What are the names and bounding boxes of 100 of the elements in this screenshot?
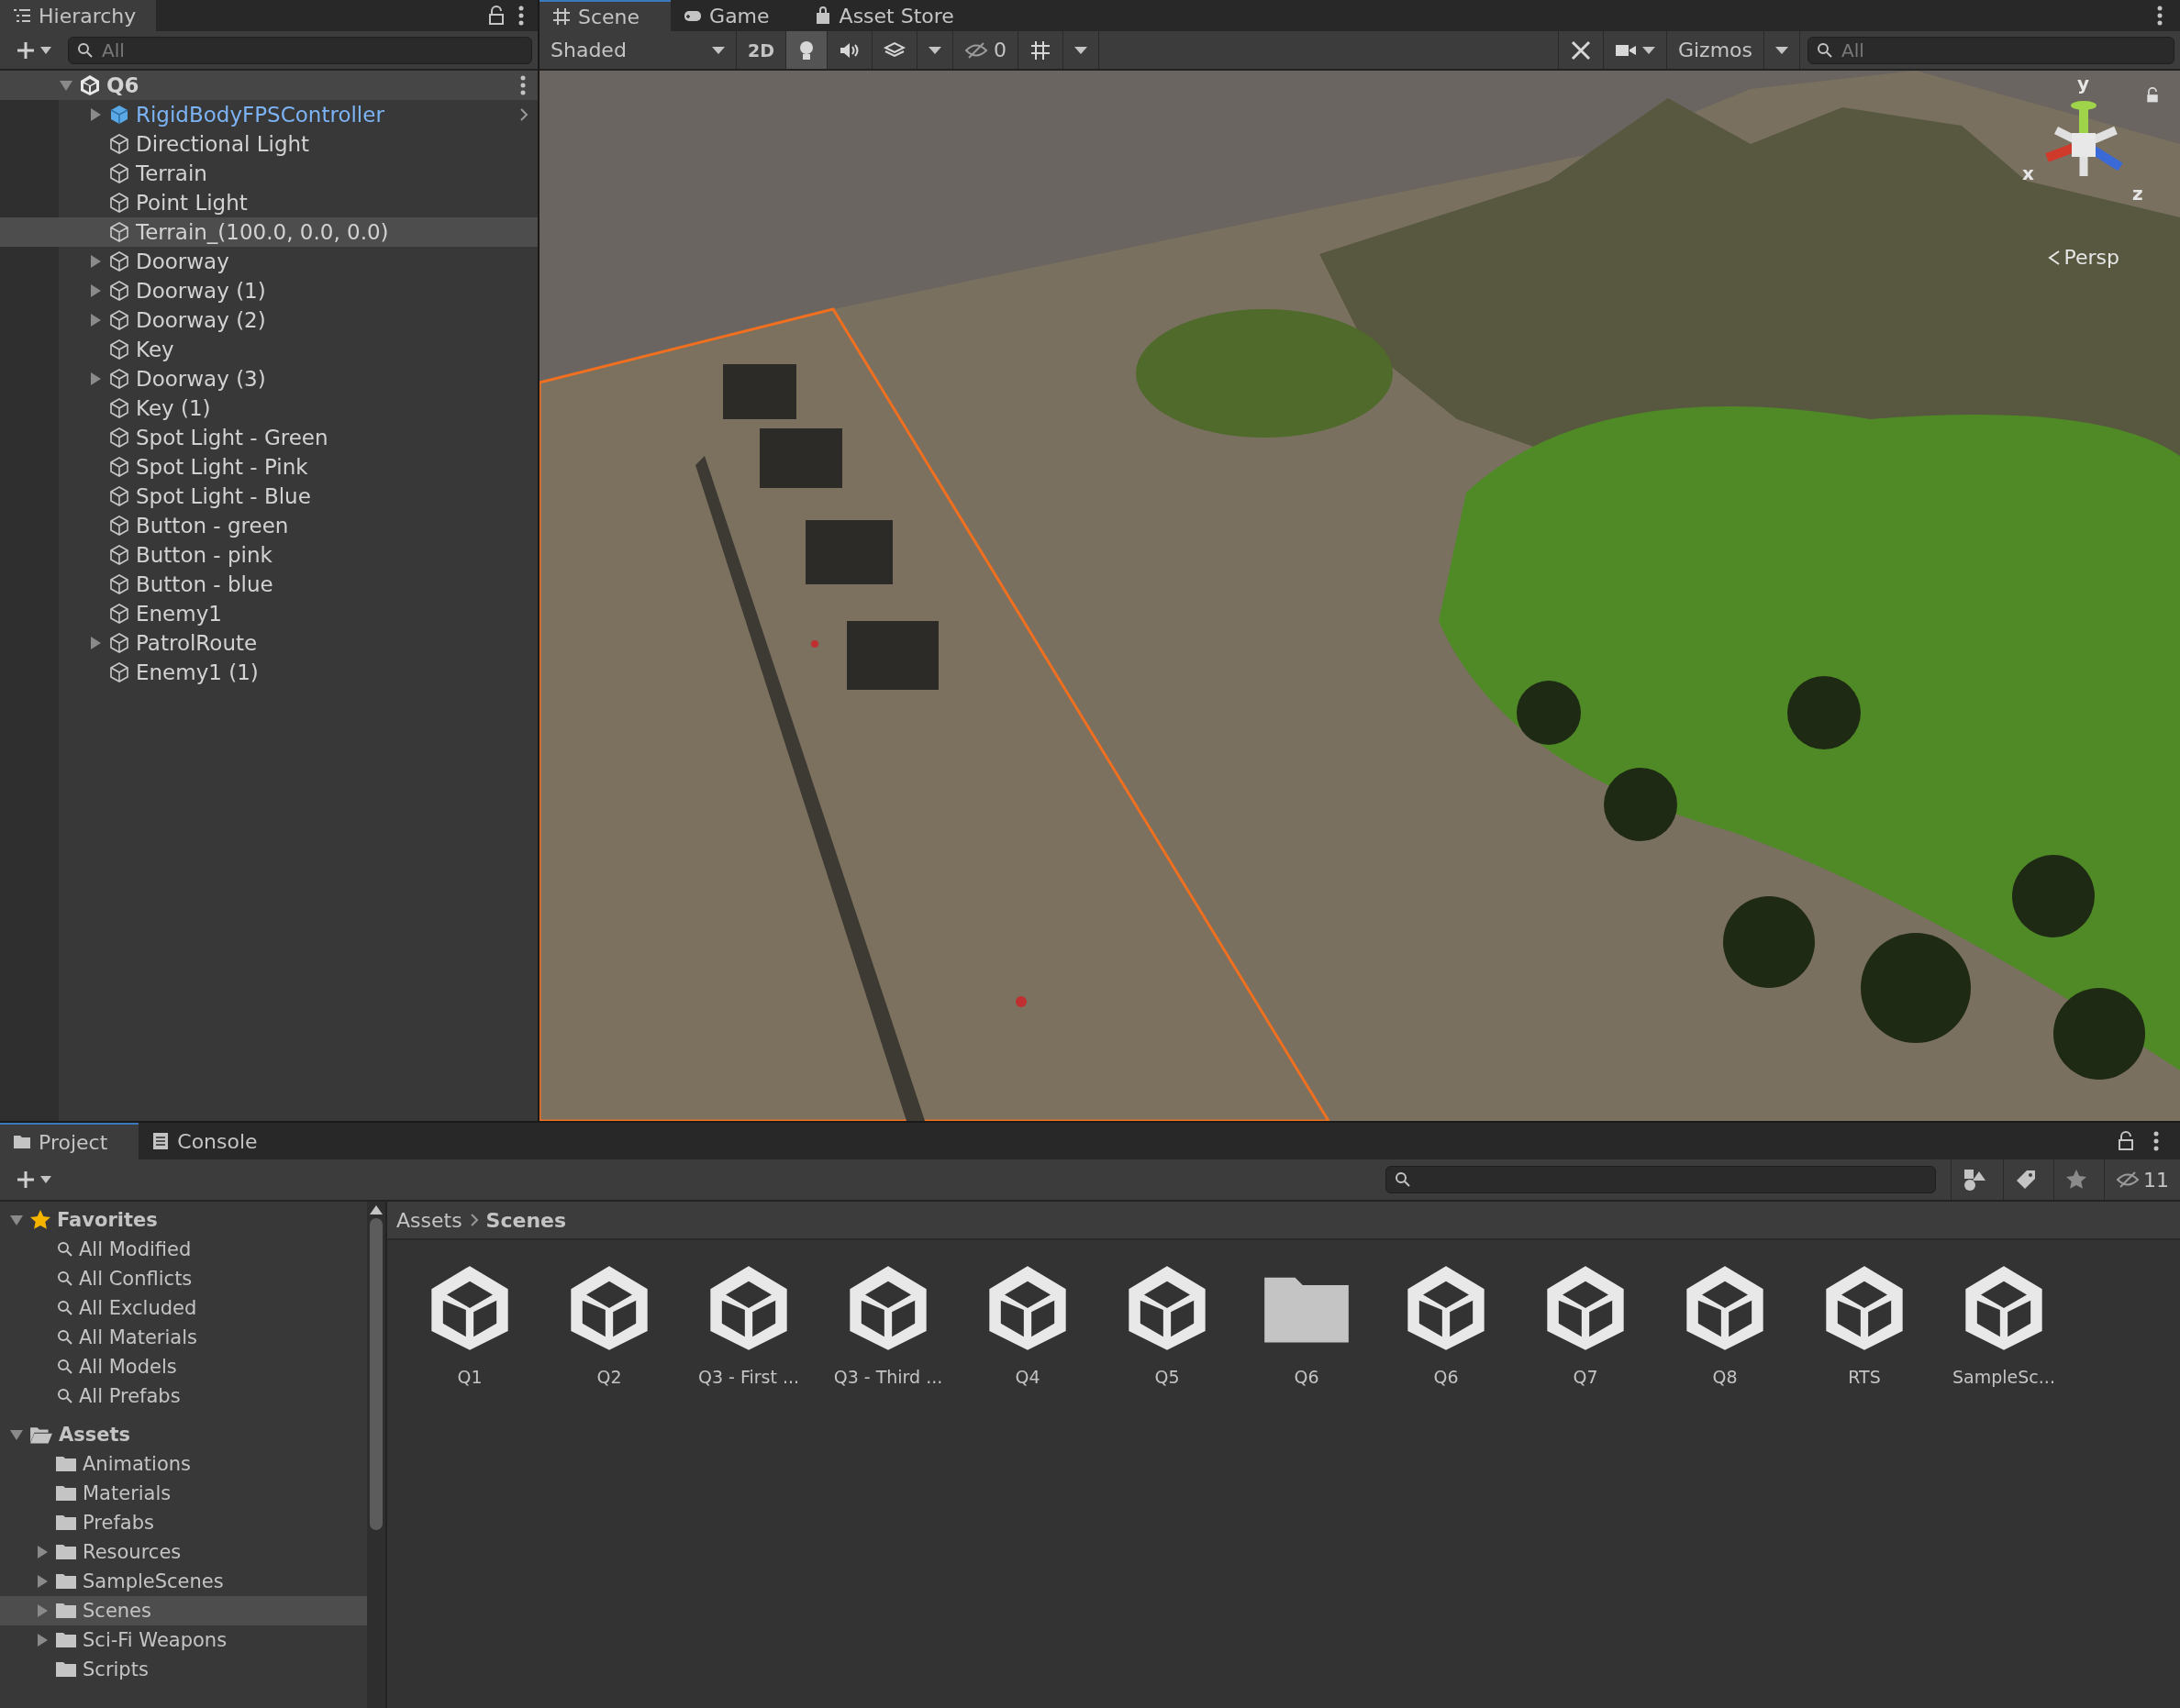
caret-icon	[40, 46, 51, 54]
expand-arrow-icon[interactable]	[35, 1574, 50, 1589]
hierarchy-item[interactable]: Key (1)	[0, 394, 538, 423]
cube-icon	[108, 192, 130, 214]
tree-item[interactable]: All Excluded	[0, 1293, 367, 1323]
grid-icon	[552, 7, 571, 26]
projection-toggle[interactable]: Persp	[2041, 245, 2125, 270]
folder-icon	[55, 1631, 77, 1649]
plus-icon	[17, 40, 35, 60]
tree-item[interactable]: Prefabs	[0, 1508, 367, 1537]
hierarchy-item[interactable]: PatrolRoute	[0, 628, 538, 658]
asset-item[interactable]: Q5	[1097, 1262, 1237, 1387]
tab[interactable]: Project	[0, 1123, 139, 1159]
asset-item[interactable]: Q6	[1376, 1262, 1516, 1387]
hierarchy-item[interactable]: Doorway	[0, 247, 538, 276]
scrollbar[interactable]	[367, 1202, 385, 1708]
asset-item[interactable]: Q7	[1516, 1262, 1655, 1387]
expand-arrow-icon[interactable]	[88, 372, 103, 386]
hierarchy-item[interactable]: Button - pink	[0, 540, 538, 570]
hierarchy-item[interactable]: Enemy1	[0, 599, 538, 628]
tree-item[interactable]: All Materials	[0, 1323, 367, 1352]
tree-item[interactable]: All Prefabs	[0, 1381, 367, 1411]
tree-item[interactable]: Favorites	[0, 1205, 367, 1235]
more-options-icon[interactable]	[2152, 1131, 2160, 1151]
breadcrumb-link[interactable]: Assets	[396, 1208, 462, 1232]
breadcrumb-link[interactable]: Scenes	[485, 1208, 567, 1232]
search-field[interactable]	[1385, 1166, 1936, 1193]
scrollbar-thumb[interactable]	[370, 1218, 383, 1530]
tree-item[interactable]: Animations	[0, 1449, 367, 1479]
tree-item[interactable]: All Modified	[0, 1235, 367, 1264]
lock-icon[interactable]	[2118, 1131, 2134, 1151]
asset-item[interactable]: Q3 - First ...	[679, 1262, 818, 1387]
asset-item[interactable]: Q4	[958, 1262, 1097, 1387]
hierarchy-item[interactable]: Spot Light - Pink	[0, 452, 538, 482]
tree-item[interactable]: Assets	[0, 1420, 367, 1449]
hierarchy-item[interactable]: Terrain_(100.0, 0.0, 0.0)	[0, 217, 538, 247]
hierarchy-item[interactable]: Spot Light - Blue	[0, 482, 538, 511]
prefab-cube-icon	[108, 104, 130, 126]
expand-arrow-icon[interactable]	[59, 78, 73, 93]
cube-icon	[108, 427, 130, 449]
hierarchy-item[interactable]: Key	[0, 335, 538, 364]
more-options-icon[interactable]	[517, 6, 525, 26]
cube-icon	[108, 456, 130, 478]
expand-arrow-icon[interactable]	[9, 1213, 24, 1227]
hierarchy-item[interactable]: Doorway (2)	[0, 305, 538, 335]
search-icon	[57, 1300, 73, 1316]
asset-item[interactable]: Q6	[1237, 1262, 1376, 1387]
hierarchy-item[interactable]: RigidBodyFPSController	[0, 100, 538, 129]
expand-arrow-icon[interactable]	[35, 1545, 50, 1559]
axis-label: x	[2022, 162, 2034, 184]
hierarchy-item[interactable]: Point Light	[0, 188, 538, 217]
tree-item[interactable]: SampleScenes	[0, 1567, 367, 1596]
hidden-eye-icon	[964, 40, 988, 60]
hierarchy-item[interactable]: Enemy1 (1)	[0, 658, 538, 687]
tab[interactable]: Scene	[539, 0, 672, 31]
tree-item[interactable]: Scenes	[0, 1596, 367, 1625]
lock-icon[interactable]	[488, 6, 505, 26]
hierarchy-tab[interactable]: Hierarchy	[0, 0, 157, 31]
expand-arrow-icon[interactable]	[88, 254, 103, 269]
search-field[interactable]: All	[68, 36, 532, 64]
expand-arrow-icon[interactable]	[88, 107, 103, 122]
asset-item[interactable]: RTS	[1795, 1262, 1934, 1387]
asset-item[interactable]: Q1	[400, 1262, 539, 1387]
chevron-right-icon[interactable]	[519, 107, 528, 122]
folder-icon	[55, 1602, 77, 1620]
cube-icon	[108, 280, 130, 302]
expand-arrow-icon[interactable]	[88, 283, 103, 298]
tree-item[interactable]: All Conflicts	[0, 1264, 367, 1293]
scroll-up-arrow-icon[interactable]	[370, 1205, 383, 1214]
hierarchy-item[interactable]: Spot Light - Green	[0, 423, 538, 452]
tree-item[interactable]: Scripts	[0, 1655, 367, 1684]
asset-item[interactable]: Q3 - Third ...	[818, 1262, 958, 1387]
search-icon	[57, 1270, 73, 1287]
lock-icon[interactable]	[2145, 87, 2160, 104]
tree-item[interactable]: Resources	[0, 1537, 367, 1567]
shapes-icon	[1963, 1168, 1986, 1192]
asset-item[interactable]: SampleSc...	[1934, 1262, 2074, 1387]
hierarchy-item[interactable]: Button - blue	[0, 570, 538, 599]
expand-arrow-icon[interactable]	[35, 1603, 50, 1618]
tree-item[interactable]: Materials	[0, 1479, 367, 1508]
asset-item[interactable]: Q8	[1655, 1262, 1795, 1387]
asset-item[interactable]: Q2	[539, 1262, 679, 1387]
hierarchy-item[interactable]: Doorway (1)	[0, 276, 538, 305]
hierarchy-item[interactable]: Button - green	[0, 511, 538, 540]
hierarchy-item[interactable]: Directional Light	[0, 129, 538, 159]
hierarchy-item[interactable]: Terrain	[0, 159, 538, 188]
expand-arrow-icon[interactable]	[9, 1427, 24, 1442]
expand-arrow-icon[interactable]	[35, 1633, 50, 1647]
caret-icon	[40, 1176, 51, 1183]
tools-button[interactable]	[1557, 31, 1604, 69]
lighting-toggle[interactable]	[786, 31, 828, 69]
more-options-icon[interactable]	[2156, 6, 2163, 26]
tree-item[interactable]: All Models	[0, 1352, 367, 1381]
tree-item[interactable]: Sci-Fi Weapons	[0, 1625, 367, 1655]
hierarchy-item[interactable]: Doorway (3)	[0, 364, 538, 394]
expand-arrow-icon[interactable]	[88, 313, 103, 327]
more-options-icon[interactable]	[519, 75, 527, 95]
folder-icon	[55, 1484, 77, 1503]
expand-arrow-icon[interactable]	[88, 636, 103, 650]
search-field[interactable]: All	[1807, 36, 2174, 64]
